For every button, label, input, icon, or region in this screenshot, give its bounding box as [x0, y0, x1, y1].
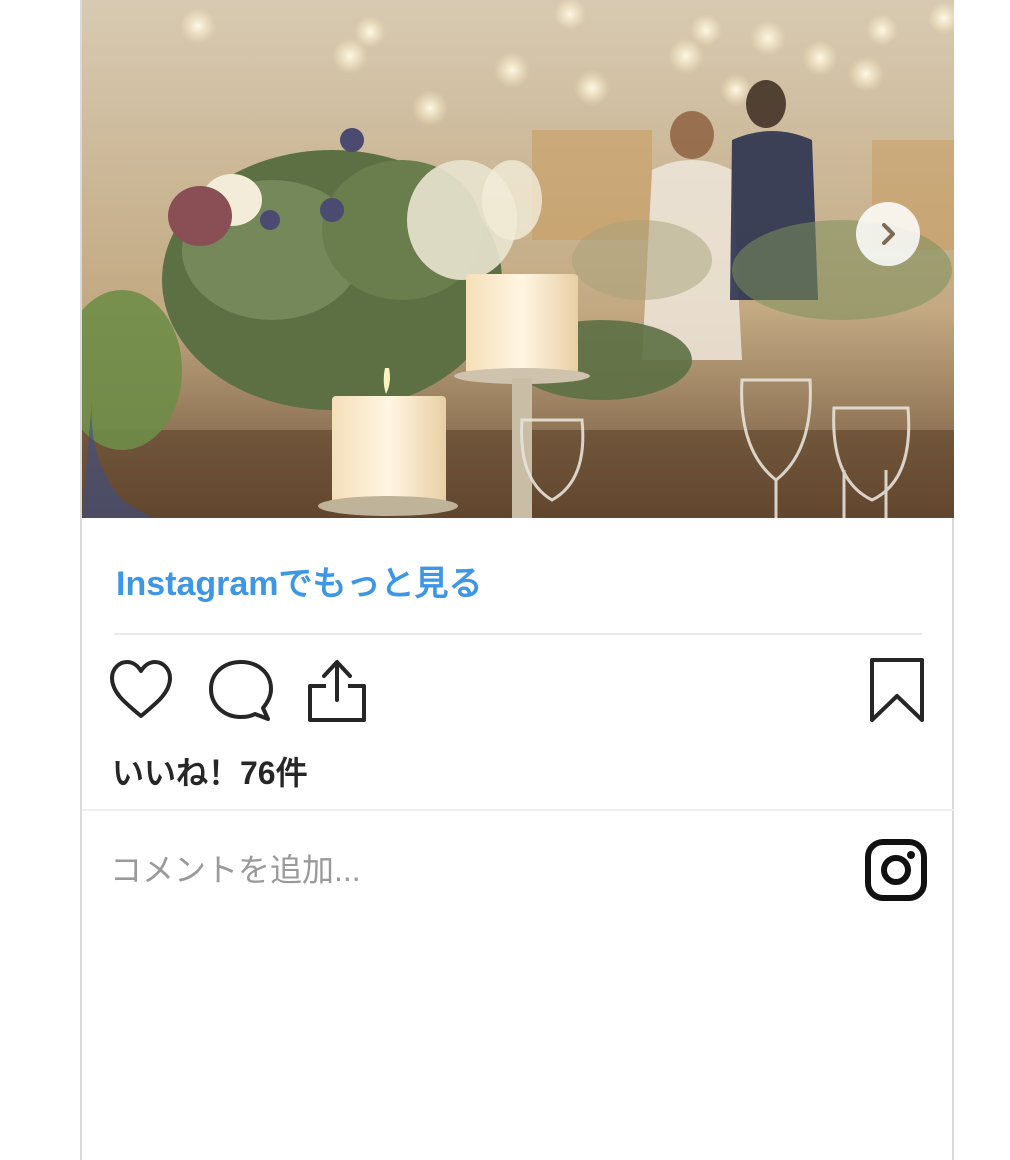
instagram-logo-icon[interactable] — [864, 838, 928, 902]
like-count: いいね！76件 — [112, 755, 308, 791]
chevron-right-icon — [882, 223, 895, 245]
next-photo-button[interactable] — [856, 202, 920, 266]
view-more-on-instagram-link[interactable]: Instagramでもっと見る — [116, 556, 483, 605]
instagram-embed-card: Instagramでもっと見る いいね！76件 — [80, 0, 954, 1160]
post-photo[interactable] — [82, 0, 954, 518]
heart-icon[interactable] — [106, 656, 176, 726]
post-photo-art — [82, 0, 954, 518]
comment-input[interactable] — [110, 840, 810, 900]
comment-bubble-icon[interactable] — [206, 656, 276, 726]
bookmark-icon[interactable] — [862, 656, 932, 726]
divider — [82, 809, 954, 811]
divider — [114, 633, 922, 635]
share-icon[interactable] — [302, 656, 372, 726]
